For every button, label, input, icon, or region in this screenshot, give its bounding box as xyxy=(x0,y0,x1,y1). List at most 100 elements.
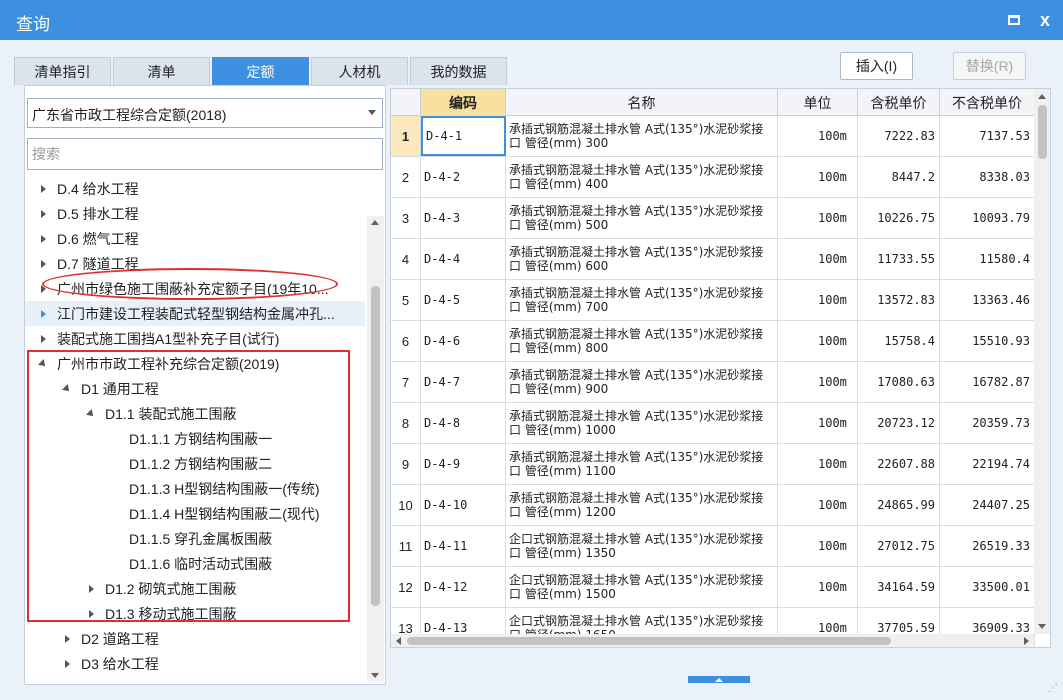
collapsed-arrow-icon[interactable] xyxy=(83,606,99,622)
tree-item[interactable]: D.6 燃气工程 xyxy=(25,226,365,251)
cell-code[interactable]: D-4-7 xyxy=(421,362,506,402)
cell-price-with-tax[interactable]: 27012.75 xyxy=(858,526,940,566)
cell-price-without-tax[interactable]: 22194.74 xyxy=(940,444,1035,484)
tree-item[interactable]: 江门市建设工程装配式轻型钢结构金属冲孔... xyxy=(25,301,365,326)
row-number[interactable]: 4 xyxy=(391,239,421,279)
cell-price-with-tax[interactable]: 15758.4 xyxy=(858,321,940,361)
cell-name[interactable]: 承插式钢筋混凝土排水管 A式(135°)水泥砂浆接口 管径(mm) 900 xyxy=(506,362,778,402)
cell-name[interactable]: 承插式钢筋混凝土排水管 A式(135°)水泥砂浆接口 管径(mm) 800 xyxy=(506,321,778,361)
tree-item[interactable]: 装配式施工围挡A1型补充子目(试行) xyxy=(25,326,365,351)
cell-price-with-tax[interactable]: 24865.99 xyxy=(858,485,940,525)
insert-button[interactable]: 插入(I) xyxy=(840,52,913,80)
row-number[interactable]: 9 xyxy=(391,444,421,484)
cell-unit[interactable]: 100m xyxy=(778,362,858,402)
collapsed-arrow-icon[interactable] xyxy=(35,181,51,197)
header-price-with-tax[interactable]: 含税单价 xyxy=(858,89,940,116)
cell-price-without-tax[interactable]: 16782.87 xyxy=(940,362,1035,402)
scroll-thumb[interactable] xyxy=(1038,105,1047,159)
chevron-down-icon[interactable] xyxy=(368,110,376,115)
cell-price-without-tax[interactable]: 33500.01 xyxy=(940,567,1035,607)
cell-price-with-tax[interactable]: 13572.83 xyxy=(858,280,940,320)
cell-price-without-tax[interactable]: 13363.46 xyxy=(940,280,1035,320)
cell-price-without-tax[interactable]: 7137.53 xyxy=(940,116,1035,156)
tree-scrollbar[interactable] xyxy=(367,216,384,682)
grid-horizontal-scrollbar[interactable] xyxy=(391,634,1034,647)
cell-price-with-tax[interactable]: 11733.55 xyxy=(858,239,940,279)
cell-unit[interactable]: 100m xyxy=(778,526,858,566)
row-number[interactable]: 12 xyxy=(391,567,421,607)
quota-book-select[interactable]: 广东省市政工程综合定额(2018) xyxy=(27,98,383,128)
cell-unit[interactable]: 100m xyxy=(778,198,858,238)
cell-code[interactable]: D-4-6 xyxy=(421,321,506,361)
cell-code[interactable]: D-4-11 xyxy=(421,526,506,566)
tree-item[interactable]: D.4 给水工程 xyxy=(25,176,365,201)
table-row[interactable]: 3 D-4-3 承插式钢筋混凝土排水管 A式(135°)水泥砂浆接口 管径(mm) … xyxy=(391,198,1050,239)
tree-item[interactable]: D1.1.5 穿孔金属板围蔽 xyxy=(25,526,365,551)
tab-my-data[interactable]: 我的数据 xyxy=(410,57,507,85)
cell-name[interactable]: 承插式钢筋混凝土排水管 A式(135°)水泥砂浆接口 管径(mm) 1000 xyxy=(506,403,778,443)
cell-unit[interactable]: 100m xyxy=(778,157,858,197)
row-number[interactable]: 2 xyxy=(391,157,421,197)
tree-item[interactable]: D1.1.1 方钢结构围蔽一 xyxy=(25,426,365,451)
table-row[interactable]: 7 D-4-7 承插式钢筋混凝土排水管 A式(135°)水泥砂浆接口 管径(mm) … xyxy=(391,362,1050,403)
cell-name[interactable]: 承插式钢筋混凝土排水管 A式(135°)水泥砂浆接口 管径(mm) 600 xyxy=(506,239,778,279)
table-row[interactable]: 8 D-4-8 承插式钢筋混凝土排水管 A式(135°)水泥砂浆接口 管径(mm) … xyxy=(391,403,1050,444)
expanded-arrow-icon[interactable] xyxy=(59,381,75,397)
cell-name[interactable]: 承插式钢筋混凝土排水管 A式(135°)水泥砂浆接口 管径(mm) 300 xyxy=(506,116,778,156)
table-row[interactable]: 5 D-4-5 承插式钢筋混凝土排水管 A式(135°)水泥砂浆接口 管径(mm) … xyxy=(391,280,1050,321)
row-number[interactable]: 10 xyxy=(391,485,421,525)
cell-price-without-tax[interactable]: 10093.79 xyxy=(940,198,1035,238)
cell-price-without-tax[interactable]: 11580.4 xyxy=(940,239,1035,279)
tree-item[interactable]: 广州市绿色施工围蔽补充定额子目(19年10... xyxy=(25,276,365,301)
tree-item[interactable]: D.5 排水工程 xyxy=(25,201,365,226)
cell-unit[interactable]: 100m xyxy=(778,280,858,320)
collapsed-arrow-icon[interactable] xyxy=(59,656,75,672)
cell-unit[interactable]: 100m xyxy=(778,403,858,443)
cell-name[interactable]: 企口式钢筋混凝土排水管 A式(135°)水泥砂浆接口 管径(mm) 1500 xyxy=(506,567,778,607)
scroll-thumb[interactable] xyxy=(371,286,380,606)
tree-item[interactable]: 广州市市政工程补充综合定额(2019) xyxy=(25,351,365,376)
resize-grip-icon[interactable]: ⋰ xyxy=(1048,684,1060,698)
collapsed-arrow-icon[interactable] xyxy=(59,631,75,647)
cell-price-without-tax[interactable]: 15510.93 xyxy=(940,321,1035,361)
cell-name[interactable]: 承插式钢筋混凝土排水管 A式(135°)水泥砂浆接口 管径(mm) 1100 xyxy=(506,444,778,484)
cell-price-with-tax[interactable]: 17080.63 xyxy=(858,362,940,402)
header-unit[interactable]: 单位 xyxy=(778,89,858,116)
cell-name[interactable]: 企口式钢筋混凝土排水管 A式(135°)水泥砂浆接口 管径(mm) 1350 xyxy=(506,526,778,566)
cell-price-with-tax[interactable]: 22607.88 xyxy=(858,444,940,484)
collapsed-arrow-icon[interactable] xyxy=(35,256,51,272)
cell-code[interactable]: D-4-1 xyxy=(421,116,506,156)
close-icon[interactable]: x xyxy=(1034,9,1056,31)
cell-name[interactable]: 承插式钢筋混凝土排水管 A式(135°)水泥砂浆接口 管径(mm) 700 xyxy=(506,280,778,320)
scroll-left-icon[interactable] xyxy=(396,637,401,645)
scroll-down-icon[interactable] xyxy=(371,673,379,678)
collapsed-arrow-icon[interactable] xyxy=(35,206,51,222)
cell-price-without-tax[interactable]: 26519.33 xyxy=(940,526,1035,566)
search-input[interactable] xyxy=(27,138,383,170)
cell-unit[interactable]: 100m xyxy=(778,116,858,156)
cell-unit[interactable]: 100m xyxy=(778,485,858,525)
tree-item[interactable]: D1.3 移动式施工围蔽 xyxy=(25,601,365,626)
cell-code[interactable]: D-4-2 xyxy=(421,157,506,197)
row-number[interactable]: 8 xyxy=(391,403,421,443)
header-code[interactable]: 编码 xyxy=(421,89,506,116)
tree-item[interactable]: D1.1.4 H型钢结构围蔽二(现代) xyxy=(25,501,365,526)
cell-price-without-tax[interactable]: 8338.03 xyxy=(940,157,1035,197)
header-name[interactable]: 名称 xyxy=(506,89,778,116)
cell-code[interactable]: D-4-5 xyxy=(421,280,506,320)
cell-code[interactable]: D-4-10 xyxy=(421,485,506,525)
table-row[interactable]: 4 D-4-4 承插式钢筋混凝土排水管 A式(135°)水泥砂浆接口 管径(mm) … xyxy=(391,239,1050,280)
cell-unit[interactable]: 100m xyxy=(778,321,858,361)
collapsed-arrow-icon[interactable] xyxy=(35,331,51,347)
cell-price-with-tax[interactable]: 7222.83 xyxy=(858,116,940,156)
row-number[interactable]: 11 xyxy=(391,526,421,566)
row-number[interactable]: 1 xyxy=(391,116,421,156)
tree-item[interactable]: D1.1 装配式施工围蔽 xyxy=(25,401,365,426)
collapsed-arrow-icon[interactable] xyxy=(83,581,99,597)
cell-price-without-tax[interactable]: 20359.73 xyxy=(940,403,1035,443)
row-number[interactable]: 3 xyxy=(391,198,421,238)
tree-item[interactable]: D1.1.3 H型钢结构围蔽一(传统) xyxy=(25,476,365,501)
scroll-up-icon[interactable] xyxy=(371,220,379,225)
table-row[interactable]: 10 D-4-10 承插式钢筋混凝土排水管 A式(135°)水泥砂浆接口 管径(mm… xyxy=(391,485,1050,526)
table-row[interactable]: 1 D-4-1 承插式钢筋混凝土排水管 A式(135°)水泥砂浆接口 管径(mm) … xyxy=(391,116,1050,157)
